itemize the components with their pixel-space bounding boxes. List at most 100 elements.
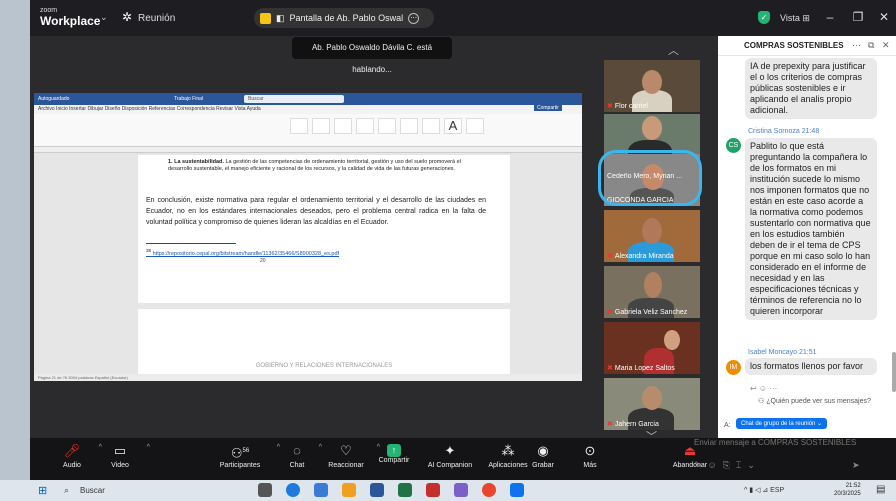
meeting-icon: ✲ (122, 10, 133, 24)
folder-icon[interactable] (342, 483, 356, 497)
chevron-up-icon: ^ (146, 444, 150, 451)
video-button[interactable]: ▭ Video ^ (100, 440, 150, 469)
word-titlebar: Autoguardado Trabajo Final Buscar (34, 93, 582, 105)
sparkle-icon: ✦ (444, 443, 456, 458)
chevron-down-icon[interactable]: ⌄ (100, 12, 108, 23)
chat-sender: Cristina Sornoza 21:48 (748, 128, 820, 135)
avatar: IM (726, 360, 741, 375)
chevron-up-icon: ^ (276, 444, 280, 451)
footnote-link: 38 https://repositorio.cepal.org/bitstre… (146, 248, 340, 257)
reaction-icons[interactable]: ↩ ☺ ··· (750, 384, 777, 393)
chat-tools[interactable]: ✎☺⎘⌶⌄ (694, 460, 761, 471)
mic-muted-icon: 🎤︎ (63, 443, 81, 458)
word-compartir: Compartir (534, 105, 562, 111)
word-ribbon: Compartir A (34, 105, 582, 147)
word-icon[interactable] (370, 483, 384, 497)
windows-start-icon[interactable]: ⊞ (38, 484, 47, 497)
participants-icon: ⚇56 (230, 445, 250, 461)
view-menu[interactable]: Vista ⊞ (780, 13, 810, 24)
word-ribbon-tabs: Archivo Inicio Insertar Dibujar Diseño D… (34, 105, 582, 114)
word-file-name: Trabajo Final (174, 96, 203, 102)
chat-scrollbar[interactable] (892, 352, 896, 392)
share-text: Pantalla de Ab. Pablo Oswal (289, 13, 404, 23)
app-icon[interactable] (426, 483, 440, 497)
shared-word-window: Autoguardado Trabajo Final Buscar Archiv… (34, 93, 582, 381)
video-gallery: ✖ Flor carriel Cedeño Mero, Myrian ... GI… (604, 60, 700, 430)
close-icon[interactable]: ✕ (874, 10, 894, 26)
video-tile[interactable]: ✖ Maria Lopez Saltos (604, 322, 700, 374)
excel-icon[interactable] (398, 483, 412, 497)
video-tile[interactable]: ✖ Jahern Garcia (604, 378, 700, 430)
share-button[interactable]: ↑ Compartir (374, 440, 414, 464)
list-item: 1. La sustentabilidad. La gestión de las… (168, 159, 461, 172)
task-view-icon[interactable] (258, 483, 272, 497)
more-options-icon[interactable]: ⋯ (408, 12, 420, 24)
word-status-text: Página 21 de 76 3004 palabras Español (E… (38, 375, 128, 380)
chat-icon: ◌ (293, 443, 301, 458)
edge-icon[interactable] (286, 483, 300, 497)
mic-muted-icon: ✖ (607, 253, 613, 260)
chat-panel: COMPRAS SOSTENIBLES ⋯ ⧉ ✕ IA de prepexit… (718, 36, 896, 438)
more-button[interactable]: ⊙ Más (578, 440, 602, 469)
annotation-highlight (598, 150, 702, 206)
zoom-icon[interactable] (510, 483, 524, 497)
page-header: GOBIERNO Y RELACIONES INTERNACIONALES (255, 363, 393, 369)
camera-icon: ▭ (113, 443, 127, 458)
page-number: 20 (260, 258, 266, 264)
speaking-banner: Ab. Pablo Oswaldo Dávila C. está habland… (292, 37, 452, 74)
brand-name: Workplace (40, 14, 101, 28)
person-icon: ⚇ (758, 398, 765, 405)
record-icon: ◉ (537, 443, 549, 458)
react-button[interactable]: ♡ Reaccionar ^ (322, 440, 380, 469)
chat-title: COMPRAS SOSTENIBLES (744, 41, 844, 50)
video-tile[interactable]: ✖ Alexandra Miranda (604, 210, 700, 262)
zoom-logo: zoom Workplace (40, 5, 100, 28)
ai-companion-button[interactable]: ✦ AI Companion (422, 440, 478, 469)
minimize-icon[interactable]: – (820, 10, 840, 26)
chat-header: COMPRAS SOSTENIBLES ⋯ ⧉ ✕ (718, 36, 896, 56)
meeting-label[interactable]: Reunión (138, 13, 175, 24)
audio-button[interactable]: 🎤︎ Audio ^ (52, 440, 102, 469)
visibility-hint[interactable]: ⚇ ¿Quién puede ver sus mensajes? (758, 397, 871, 405)
close-icon[interactable]: ✕ (882, 40, 890, 51)
word-search: Buscar (244, 95, 344, 103)
video-tile[interactable]: ✖ Gabriela Veliz Sanchez (604, 266, 700, 318)
chat-input[interactable] (694, 436, 860, 448)
taskbar-search[interactable]: Buscar (80, 486, 105, 495)
recipient-dropdown[interactable]: Chat de grupo de la reunión ⌄ (736, 418, 828, 429)
chrome-icon[interactable] (482, 483, 496, 497)
shield-icon[interactable]: ✓ (758, 11, 770, 24)
record-button[interactable]: ◉ Grabar (528, 440, 558, 469)
clock[interactable]: 21:52 20/3/2025 (834, 482, 861, 498)
chat-button[interactable]: ◌ Chat ^ (282, 440, 322, 469)
mic-muted-icon: ✖ (607, 365, 613, 372)
more-options-icon[interactable]: ⋯ (852, 40, 861, 51)
send-icon[interactable]: ➤ (852, 460, 860, 471)
more-icon: ⊙ (584, 443, 596, 458)
gallery-up-icon[interactable]: ︿ (668, 42, 679, 58)
app-icon[interactable] (314, 483, 328, 497)
footnote-separator (146, 243, 236, 244)
share-screen-icon (260, 12, 271, 24)
eye-icon: ◧ (276, 12, 285, 23)
document-page-2: GOBIERNO Y RELACIONES INTERNACIONALES (138, 309, 510, 375)
conclusion-paragraph: En conclusión, existe normativa para reg… (146, 197, 486, 226)
avatar: CS (726, 138, 741, 153)
popout-icon[interactable]: ⧉ (868, 40, 874, 51)
zoom-window: zoom Workplace ⌄ ✲ Reunión ◧ Pantalla de… (30, 0, 896, 480)
chat-message: los formatos llenos por favor (745, 358, 877, 375)
heart-icon: ♡ (340, 443, 352, 458)
app-icon[interactable] (454, 483, 468, 497)
document-page: 1. La sustentabilidad. La gestión de las… (138, 155, 510, 303)
participants-button[interactable]: ⚇56 Participantes ^ (210, 440, 280, 469)
system-tray[interactable]: ^ ▮ ◁ ⊿ ESP (744, 486, 784, 494)
search-icon[interactable]: ⌕ (64, 485, 69, 496)
background-strip (0, 0, 30, 480)
chat-sender: Isabel Moncayo 21:51 (748, 349, 817, 356)
desktop: zoom Workplace ⌄ ✲ Reunión ◧ Pantalla de… (0, 0, 896, 501)
video-tile[interactable]: ✖ Flor carriel (604, 60, 700, 112)
maximize-icon[interactable]: ❐ (848, 10, 868, 26)
screen-share-pill[interactable]: ◧ Pantalla de Ab. Pablo Oswal ⋯ (254, 8, 434, 28)
to-label: A: (724, 422, 731, 429)
notification-icon[interactable]: ▤ (876, 484, 885, 495)
